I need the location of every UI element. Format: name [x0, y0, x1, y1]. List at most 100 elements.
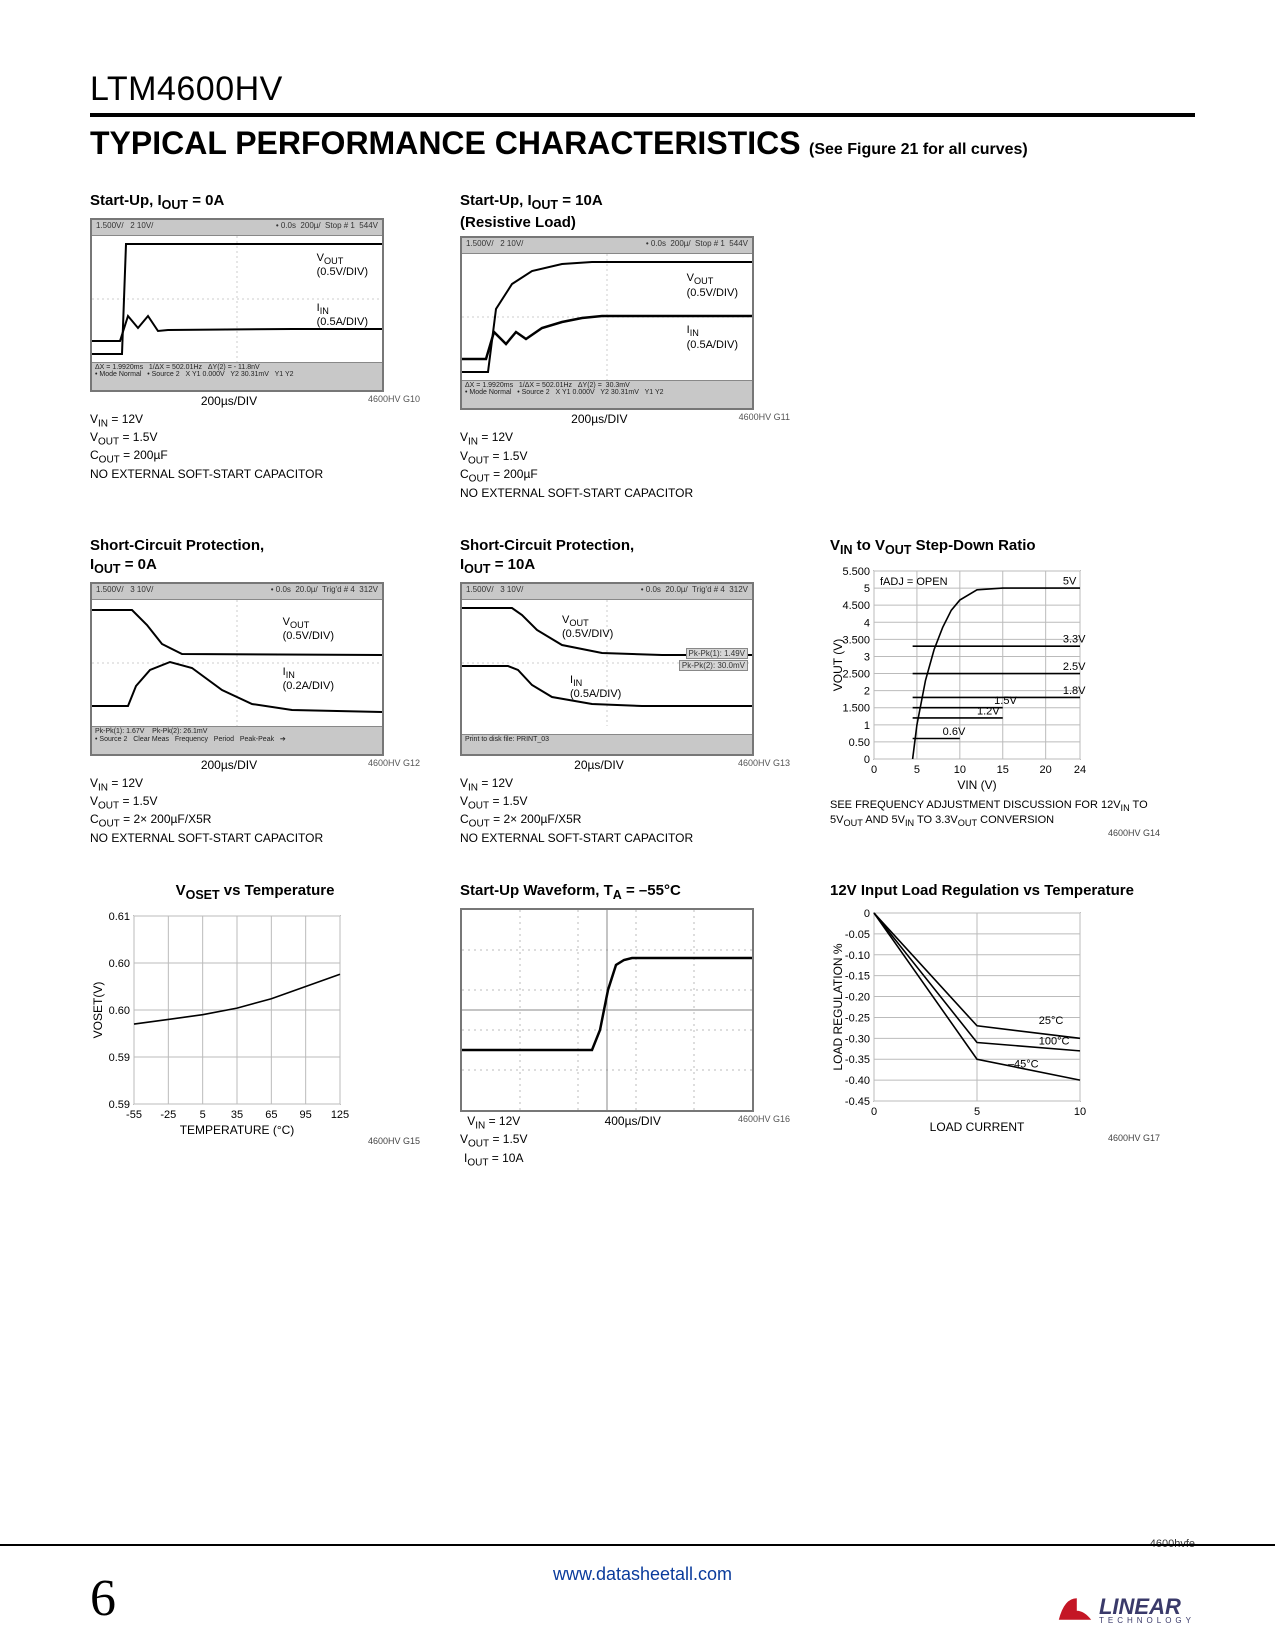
- svg-text:LOAD REGULATION %: LOAD REGULATION %: [831, 943, 845, 1070]
- chart-title: Start-Up Waveform, TA = –55°C: [460, 882, 790, 904]
- svg-text:-25: -25: [160, 1109, 176, 1121]
- svg-text:5: 5: [864, 583, 870, 595]
- trace-label-vout: VOUT(0.5V/DIV): [687, 272, 738, 298]
- x-axis-label: 200µs/DIV 4600HV G10: [90, 394, 420, 408]
- chart-title: 12V Input Load Regulation vs Temperature: [830, 882, 1160, 901]
- svg-text:fADJ = OPEN: fADJ = OPEN: [880, 576, 948, 588]
- svg-text:-0.15: -0.15: [845, 971, 870, 983]
- svg-text:-0.30: -0.30: [845, 1033, 870, 1045]
- svg-text:0.6V: 0.6V: [943, 726, 966, 738]
- conditions: VIN = 12VVOUT = 1.5VCOUT = 2× 200µF/X5RN…: [90, 776, 420, 847]
- x-axis-label: 20µs/DIV 4600HV G13: [460, 758, 790, 772]
- conditions: VIN = 12VVOUT = 1.5VCOUT = 2× 200µF/X5RN…: [460, 776, 790, 847]
- chart-id: 4600HV G16: [738, 1114, 790, 1124]
- trace-label-iin: IIN(0.5A/DIV): [317, 302, 368, 328]
- chart-title: Start-Up, IOUT = 0A: [90, 192, 420, 214]
- section-title: TYPICAL PERFORMANCE CHARACTERISTICS: [90, 125, 801, 161]
- svg-text:-0.40: -0.40: [845, 1075, 870, 1087]
- trace-label-iin: IIN(0.5A/DIV): [570, 674, 621, 700]
- svg-text:TEMPERATURE (°C): TEMPERATURE (°C): [180, 1123, 295, 1137]
- svg-text:3: 3: [864, 651, 870, 663]
- svg-text:125: 125: [331, 1109, 349, 1121]
- chart-title: Short-Circuit Protection,IOUT = 10A: [460, 537, 790, 577]
- svg-text:1.2V: 1.2V: [977, 705, 1000, 717]
- logo-sub: TECHNOLOGY: [1099, 1617, 1195, 1624]
- page-number: 6: [90, 1569, 116, 1628]
- fig-g17: 12V Input Load Regulation vs Temperature…: [830, 882, 1160, 1169]
- chart-title: VIN to VOUT Step-Down Ratio: [830, 537, 1160, 559]
- linear-logo: LINEAR TECHNOLOGY: [1057, 1594, 1195, 1624]
- pkpk2: Pk-Pk(2): 30.0mV: [679, 660, 748, 671]
- svg-text:-0.35: -0.35: [845, 1054, 870, 1066]
- chart-g17: 05100-0.05-0.10-0.15-0.20-0.25-0.30-0.35…: [830, 905, 1090, 1135]
- svg-text:2.500: 2.500: [842, 668, 870, 680]
- svg-text:5: 5: [200, 1109, 206, 1121]
- conditions: VIN = 12VVOUT = 1.5VCOUT = 200µFNO EXTER…: [460, 430, 790, 501]
- scope-g16: [460, 908, 754, 1112]
- fig-g15: VOSET vs Temperature -55-2553565951250.5…: [90, 882, 420, 1169]
- chart-g15: -55-2553565951250.590.590.600.600.61TEMP…: [90, 908, 350, 1138]
- svg-text:95: 95: [300, 1109, 312, 1121]
- svg-text:1: 1: [864, 720, 870, 732]
- svg-text:-0.10: -0.10: [845, 950, 870, 962]
- svg-text:LOAD CURRENT: LOAD CURRENT: [930, 1120, 1025, 1134]
- svg-text:24: 24: [1074, 764, 1086, 776]
- pkpk1: Pk-Pk(1): 1.49V: [686, 648, 748, 659]
- scope-g11: 1.500V/ 2 10V/ • 0.0s 200µ/ Stop # 1 544…: [460, 236, 754, 410]
- svg-text:35: 35: [231, 1109, 243, 1121]
- svg-text:-0.05: -0.05: [845, 929, 870, 941]
- chart-title: Short-Circuit Protection,IOUT = 0A: [90, 537, 420, 577]
- svg-text:20: 20: [1040, 764, 1052, 776]
- svg-text:0.59: 0.59: [109, 1099, 130, 1111]
- svg-text:VOUT (V): VOUT (V): [831, 639, 845, 691]
- svg-text:-0.45: -0.45: [845, 1096, 870, 1108]
- trace-label-vout: VOUT(0.5V/DIV): [283, 616, 334, 642]
- part-number: LTM4600HV: [90, 70, 1195, 109]
- svg-text:1.500: 1.500: [842, 702, 870, 714]
- scope-g13: 1.500V/ 3 10V/ • 0.0s 20.0µ/ Trig'd # 4 …: [460, 582, 754, 756]
- trace-label-iin: IIN(0.2A/DIV): [283, 666, 334, 692]
- conditions: VIN = 12VVOUT = 1.5VCOUT = 200µFNO EXTER…: [90, 412, 420, 483]
- chart-g14: 051015202400.5011.50022.50033.50044.5005…: [830, 563, 1090, 793]
- trace-label-vout: VOUT(0.5V/DIV): [317, 252, 368, 278]
- svg-text:0: 0: [864, 754, 870, 766]
- svg-text:0: 0: [864, 908, 870, 920]
- trace-label-vout: VOUT(0.5V/DIV): [562, 614, 613, 640]
- fig-g16: Start-Up Waveform, TA = –55°C: [460, 882, 790, 1169]
- fig-g11: Start-Up, IOUT = 10A(Resistive Load) 1.5…: [460, 192, 790, 501]
- chart-title: Start-Up, IOUT = 10A(Resistive Load): [460, 192, 790, 232]
- svg-text:-0.20: -0.20: [845, 992, 870, 1004]
- svg-text:15: 15: [997, 764, 1009, 776]
- svg-text:VOSET(V): VOSET(V): [91, 982, 105, 1039]
- logo-text: LINEAR: [1099, 1597, 1195, 1617]
- x-axis-label: 200µs/DIV 4600HV G11: [460, 412, 790, 426]
- chart-note: SEE FREQUENCY ADJUSTMENT DISCUSSION FOR …: [830, 799, 1160, 830]
- svg-text:3.500: 3.500: [842, 634, 870, 646]
- lt-swoosh-icon: [1057, 1594, 1093, 1624]
- chart-title: VOSET vs Temperature: [90, 882, 420, 904]
- svg-text:3.3V: 3.3V: [1063, 633, 1086, 645]
- svg-text:VIN (V): VIN (V): [957, 778, 996, 792]
- svg-text:10: 10: [1074, 1106, 1086, 1118]
- svg-text:10: 10: [954, 764, 966, 776]
- svg-text:0.60: 0.60: [109, 1005, 130, 1017]
- fig-g14: VIN to VOUT Step-Down Ratio 051015202400…: [830, 537, 1160, 846]
- svg-text:4: 4: [864, 617, 870, 629]
- svg-text:1.8V: 1.8V: [1063, 685, 1086, 697]
- svg-text:–45°C: –45°C: [1008, 1059, 1039, 1071]
- svg-text:2.5V: 2.5V: [1063, 661, 1086, 673]
- scope-g12: 1.500V/ 3 10V/ • 0.0s 20.0µ/ Trig'd # 4 …: [90, 582, 384, 756]
- svg-text:5.500: 5.500: [842, 566, 870, 578]
- trace-label-iin: IIN(0.5A/DIV): [687, 324, 738, 350]
- fig-g10: Start-Up, IOUT = 0A 1.500V/ 2 10V/ • 0.0…: [90, 192, 420, 501]
- divider-thick: [90, 113, 1195, 117]
- conditions: VIN = 12VVOUT = 1.5VIOUT = 10A: [460, 1114, 528, 1169]
- fig-g13: Short-Circuit Protection,IOUT = 10A 1.50…: [460, 537, 790, 846]
- svg-text:4.500: 4.500: [842, 600, 870, 612]
- section-subtitle: (See Figure 21 for all curves): [809, 141, 1028, 158]
- svg-text:5: 5: [974, 1106, 980, 1118]
- x-axis-label: 200µs/DIV 4600HV G12: [90, 758, 420, 772]
- scope-g10: 1.500V/ 2 10V/ • 0.0s 200µ/ Stop # 1 544…: [90, 218, 384, 392]
- svg-text:65: 65: [265, 1109, 277, 1121]
- svg-text:25°C: 25°C: [1039, 1015, 1064, 1027]
